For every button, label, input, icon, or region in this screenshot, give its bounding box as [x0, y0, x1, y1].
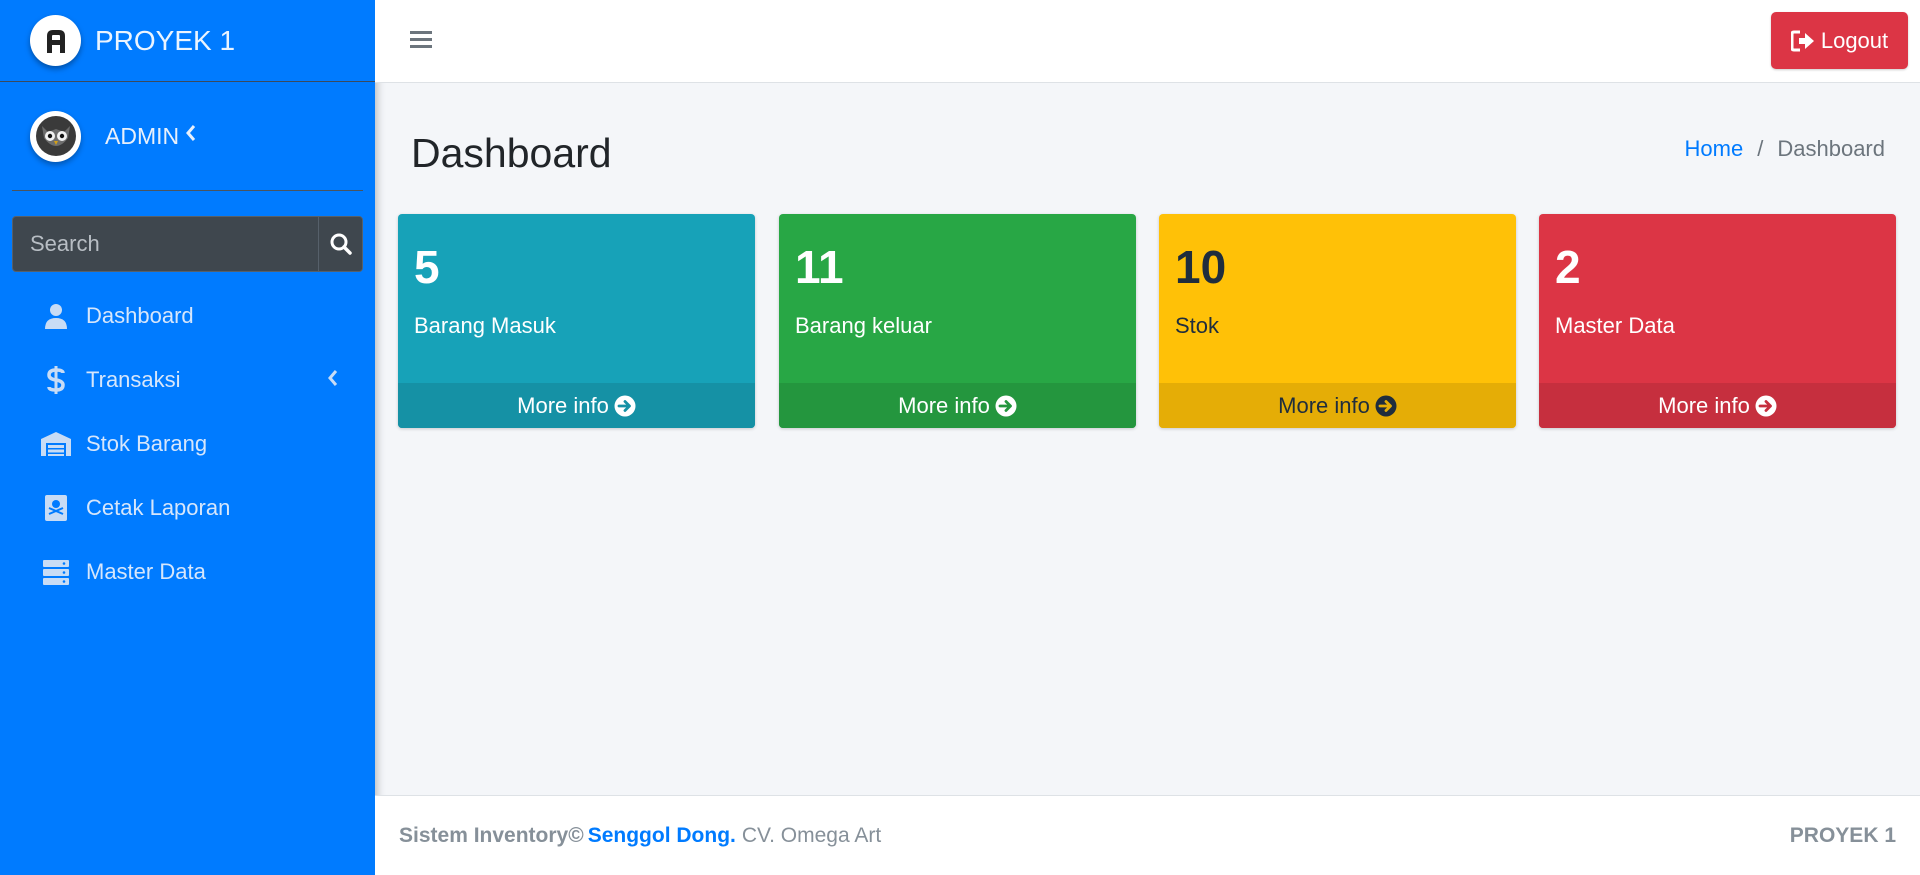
- hamburger-menu-icon[interactable]: [409, 27, 433, 51]
- stat-box-master-data: 2 Master Data More info: [1539, 214, 1896, 428]
- breadcrumb-home-link[interactable]: Home: [1685, 136, 1744, 162]
- user-icon: [40, 300, 72, 332]
- more-info-label: More info: [1658, 392, 1750, 418]
- footer-system-name: Sistem Inventory©: [399, 823, 584, 847]
- sign-out-icon: [1790, 30, 1814, 51]
- sidebar-item-label: Master Data: [86, 559, 206, 584]
- sidebar-item-label: Dashboard: [86, 303, 194, 328]
- sidebar-item-dashboard[interactable]: Dashboard: [0, 284, 375, 348]
- sidebar-item-master-data[interactable]: Master Data: [0, 540, 375, 604]
- breadcrumb-separator: /: [1757, 136, 1764, 161]
- search-button[interactable]: [318, 217, 362, 271]
- breadcrumb: Home / Dashboard: [1685, 136, 1885, 162]
- stat-number: 11: [795, 241, 844, 293]
- arrow-circle-right-icon: [1755, 395, 1777, 416]
- footer-author-link[interactable]: Senggol Dong.: [588, 824, 736, 848]
- brand-link[interactable]: PROYEK 1: [0, 0, 375, 82]
- page-footer: Sistem Inventory© Senggol Dong. CV. Omeg…: [375, 795, 1920, 875]
- sidebar-search: [12, 216, 363, 272]
- sidebar: PROYEK 1 ADMIN Search Dashboard Transaks…: [0, 0, 375, 875]
- more-info-link[interactable]: More info: [1539, 383, 1896, 428]
- stat-number: 5: [414, 241, 440, 293]
- footer-company: CV. Omega Art: [741, 823, 882, 847]
- more-info-link[interactable]: More info: [779, 383, 1136, 428]
- server-icon: [40, 556, 72, 588]
- sidebar-item-stok-barang[interactable]: Stok Barang: [0, 412, 375, 476]
- sidebar-item-transaksi[interactable]: Transaksi: [0, 348, 375, 412]
- user-menu-toggle[interactable]: ADMIN: [105, 123, 197, 150]
- user-name: ADMIN: [105, 122, 180, 149]
- page-title: Dashboard: [411, 130, 612, 176]
- stat-label: Master Data: [1555, 313, 1675, 338]
- stat-box-barang-masuk: 5 Barang Masuk More info: [398, 214, 755, 428]
- dollar-icon: [40, 364, 72, 396]
- stat-label: Barang keluar: [795, 313, 932, 338]
- search-icon: [330, 233, 352, 255]
- search-input[interactable]: [13, 217, 318, 271]
- report-book-icon: [40, 492, 72, 524]
- a-logo-icon: [30, 15, 81, 66]
- owl-avatar-icon: [30, 110, 81, 162]
- user-panel: ADMIN: [12, 82, 363, 191]
- footer-project-name: PROYEK 1: [1789, 823, 1896, 847]
- sidebar-item-label: Transaksi: [86, 367, 181, 392]
- stat-number: 10: [1175, 241, 1227, 293]
- sidebar-item-cetak-laporan[interactable]: Cetak Laporan: [0, 476, 375, 540]
- breadcrumb-current: Dashboard: [1777, 136, 1885, 161]
- topbar: Logout: [375, 0, 1920, 83]
- more-info-label: More info: [1278, 392, 1370, 418]
- stat-number: 2: [1555, 241, 1581, 293]
- stat-box-stok: 10 Stok More info: [1159, 214, 1516, 428]
- stat-label: Stok: [1175, 313, 1220, 338]
- chevron-left-icon: [185, 124, 197, 148]
- more-info-label: More info: [898, 392, 990, 418]
- arrow-circle-right-icon: [995, 395, 1017, 416]
- arrow-circle-right-icon: [1375, 395, 1397, 416]
- sidebar-item-label: Cetak Laporan: [86, 495, 231, 520]
- brand-title: PROYEK 1: [95, 24, 236, 56]
- stat-label: Barang Masuk: [414, 313, 556, 338]
- arrow-circle-right-icon: [614, 395, 636, 416]
- stat-box-barang-keluar: 11 Barang keluar More info: [779, 214, 1136, 428]
- logout-label: Logout: [1820, 27, 1889, 53]
- sidebar-nav: Dashboard Transaksi Stok Barang Cetak La…: [0, 284, 375, 604]
- warehouse-icon: [40, 428, 72, 460]
- logout-button[interactable]: Logout: [1771, 12, 1908, 69]
- sidebar-item-label: Stok Barang: [86, 431, 208, 456]
- more-info-link[interactable]: More info: [1159, 383, 1516, 428]
- chevron-left-icon: [327, 368, 339, 394]
- more-info-label: More info: [517, 392, 609, 418]
- more-info-link[interactable]: More info: [398, 383, 755, 428]
